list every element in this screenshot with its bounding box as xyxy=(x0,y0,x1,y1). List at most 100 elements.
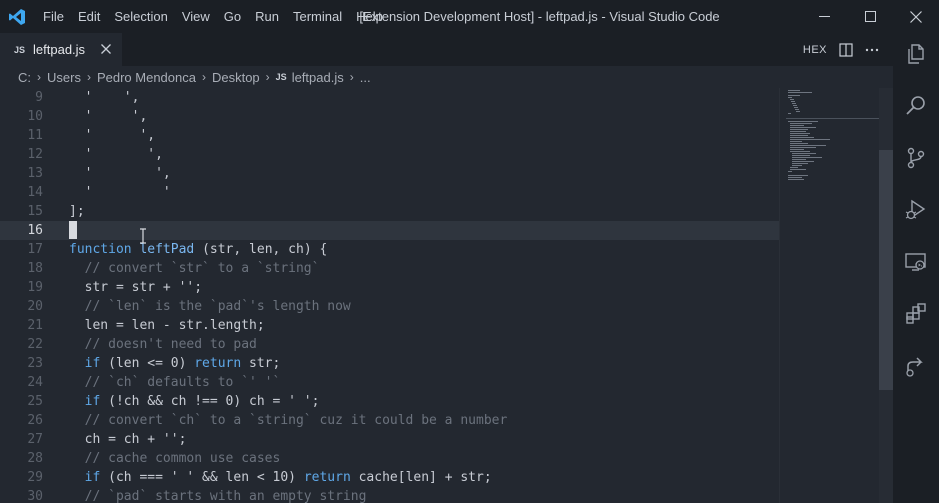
line-number: 25 xyxy=(27,394,43,409)
line-text: // `len` is the `pad`'s length now xyxy=(84,299,351,314)
line-text: ' ' xyxy=(69,185,171,200)
code-line: 15]; xyxy=(0,202,779,221)
line-number: 18 xyxy=(27,261,43,276)
line-text: if (!ch && ch !== 0) ch = ' '; xyxy=(84,394,320,409)
extensions-icon[interactable] xyxy=(900,298,932,330)
line-text: function leftPad (str, len, ch) { xyxy=(69,242,328,257)
line-number: 23 xyxy=(27,356,43,371)
menu-edit[interactable]: Edit xyxy=(71,0,107,33)
remote-explorer-icon[interactable] xyxy=(900,246,932,278)
menu-selection[interactable]: Selection xyxy=(107,0,174,33)
search-icon[interactable] xyxy=(900,90,932,122)
explorer-icon[interactable] xyxy=(900,38,932,70)
vscode-logo-icon xyxy=(0,0,34,33)
code-line: 13 ' ', xyxy=(0,164,779,183)
code-line-current: 16 xyxy=(0,221,779,240)
line-number: 9 xyxy=(35,90,43,105)
line-number: 22 xyxy=(27,337,43,352)
breadcrumb-item[interactable]: C: xyxy=(18,70,31,85)
code-line: 24 // `ch` defaults to `' '` xyxy=(0,373,779,392)
minimize-button[interactable] xyxy=(801,0,847,33)
menu-bar: File Edit Selection View Go Run Terminal… xyxy=(34,0,390,33)
live-share-icon[interactable] xyxy=(900,350,932,382)
breadcrumb-symbol[interactable]: ... xyxy=(360,70,371,85)
close-window-button[interactable] xyxy=(893,0,939,33)
line-number: 20 xyxy=(27,299,43,314)
hex-editor-button[interactable]: HEX xyxy=(803,44,827,56)
vertical-scrollbar[interactable] xyxy=(879,150,893,390)
line-text: // `pad` starts with an empty string xyxy=(84,489,367,503)
tab-bar: JS leftpad.js HEX xyxy=(0,33,893,66)
menu-go[interactable]: Go xyxy=(217,0,248,33)
line-text: ' ', xyxy=(69,109,148,124)
chevron-right-icon: › xyxy=(37,70,41,84)
code-line: 20 // `len` is the `pad`'s length now xyxy=(0,297,779,316)
menu-help[interactable]: Help xyxy=(349,0,390,33)
line-number: 30 xyxy=(27,489,43,503)
chevron-right-icon: › xyxy=(86,70,91,84)
minimize-icon xyxy=(818,16,830,17)
code-line: 25 if (!ch && ch !== 0) ch = ' '; xyxy=(0,392,779,411)
code-line: 11 ' ', xyxy=(0,126,779,145)
breadcrumb-file[interactable]: leftpad.js xyxy=(292,70,344,85)
code-line: 17 function leftPad (str, len, ch) { xyxy=(0,240,779,259)
code-editor[interactable]: 9 ' ', 10 ' ', 11 ' ', 12 ' ', 13 ' ', 1… xyxy=(0,88,893,503)
line-text: ' ', xyxy=(69,147,163,162)
line-number: 16 xyxy=(27,223,43,238)
menu-terminal[interactable]: Terminal xyxy=(286,0,349,33)
line-text: ch = ch + ''; xyxy=(69,432,187,447)
maximize-button[interactable] xyxy=(847,0,893,33)
line-number: 27 xyxy=(27,432,43,447)
code-line: 23 if (len <= 0) return str; xyxy=(0,354,779,373)
maximize-icon xyxy=(864,11,876,22)
close-icon xyxy=(910,10,922,23)
code-line: 9 ' ', xyxy=(0,88,779,107)
breadcrumb-item[interactable]: Desktop xyxy=(212,70,260,85)
breadcrumb: C: › Users › Pedro Mendonca › Desktop › … xyxy=(0,66,893,88)
more-actions-icon[interactable] xyxy=(865,43,879,57)
code-line: 28 // cache common use cases xyxy=(0,449,779,468)
chevron-right-icon: › xyxy=(201,70,206,84)
menu-file[interactable]: File xyxy=(34,0,71,33)
menu-run[interactable]: Run xyxy=(248,0,286,33)
line-text: // doesn't need to pad xyxy=(84,337,257,352)
js-file-icon: JS xyxy=(14,44,26,55)
line-number: 13 xyxy=(27,166,43,181)
line-number: 21 xyxy=(27,318,43,333)
tab-leftpad-js[interactable]: JS leftpad.js xyxy=(0,33,122,66)
minimap[interactable] xyxy=(786,88,879,208)
text-cursor xyxy=(69,221,77,239)
line-text: ]; xyxy=(69,204,85,219)
code-line: 10 ' ', xyxy=(0,107,779,126)
line-number: 14 xyxy=(27,185,43,200)
line-number: 15 xyxy=(27,204,43,219)
line-text: ' ', xyxy=(69,128,156,143)
tab-close-icon[interactable] xyxy=(100,43,112,55)
editor-ruler xyxy=(779,88,780,503)
line-number: 12 xyxy=(27,147,43,162)
code-line: 18 // convert `str` to a `string` xyxy=(0,259,779,278)
line-number: 29 xyxy=(27,470,43,485)
code-line: 22 // doesn't need to pad xyxy=(0,335,779,354)
window-controls xyxy=(801,0,939,33)
code-line: 30 // `pad` starts with an empty string xyxy=(0,487,779,503)
menu-view[interactable]: View xyxy=(175,0,217,33)
code-line: 27 ch = ch + ''; xyxy=(0,430,779,449)
line-number: 10 xyxy=(27,109,43,124)
activity-bar xyxy=(893,33,939,503)
breadcrumb-item[interactable]: Pedro Mendonca xyxy=(97,70,196,85)
code-line: 21 len = len - str.length; xyxy=(0,316,779,335)
source-control-icon[interactable] xyxy=(900,142,932,174)
line-text: ' ', xyxy=(69,90,140,105)
text-cursor-ibeam-icon xyxy=(140,228,146,244)
title-bar: File Edit Selection View Go Run Terminal… xyxy=(0,0,939,33)
code-line: 12 ' ', xyxy=(0,145,779,164)
chevron-right-icon: › xyxy=(349,70,354,84)
breadcrumb-item[interactable]: Users xyxy=(47,70,81,85)
split-editor-icon[interactable] xyxy=(839,42,853,57)
run-debug-icon[interactable] xyxy=(900,194,932,226)
editor-actions: HEX xyxy=(803,33,879,66)
line-text: // convert `str` to a `string` xyxy=(84,261,320,276)
line-number: 26 xyxy=(27,413,43,428)
line-text: if (ch === ' ' && len < 10) return cache… xyxy=(84,470,492,485)
